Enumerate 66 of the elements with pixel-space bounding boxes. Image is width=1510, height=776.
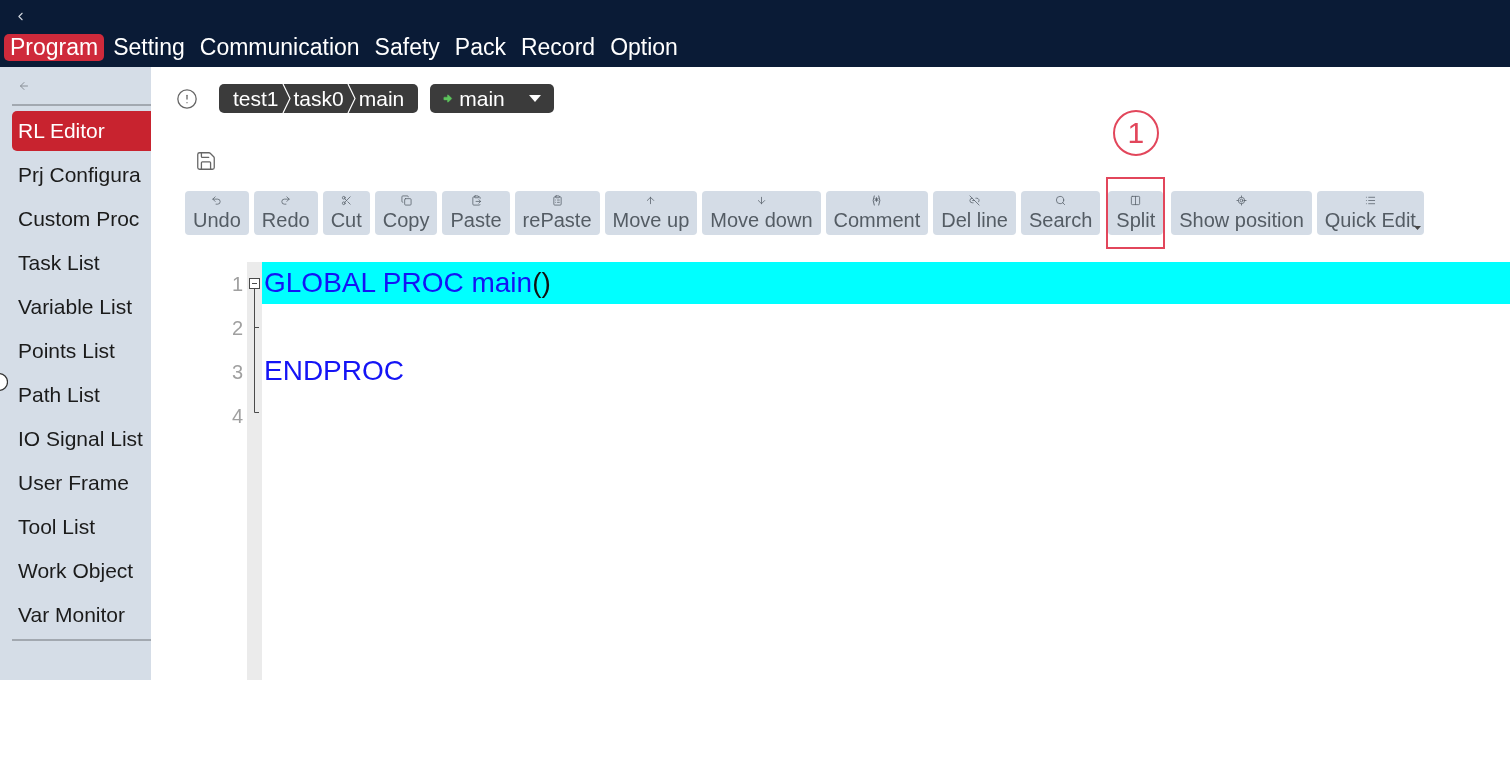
menu-item[interactable]: Setting <box>107 34 191 61</box>
breadcrumb-item[interactable]: task0 <box>290 84 347 113</box>
handle-icon[interactable] <box>0 372 8 392</box>
toolbar-button[interactable]: Move down <box>702 191 821 235</box>
toolbar-button[interactable]: Copy <box>374 191 438 235</box>
arrow-down-icon <box>755 195 767 206</box>
toolbar-button[interactable]: Cut <box>322 191 370 235</box>
sidebar-item[interactable]: Var Monitor <box>12 595 151 635</box>
menu-item[interactable]: Program <box>4 34 105 61</box>
toolbar-button[interactable]: Move up <box>604 191 698 235</box>
menu-item[interactable]: Option <box>604 34 684 61</box>
toolbar-button[interactable]: Redo <box>253 191 318 235</box>
toolbar-button[interactable]: Undo <box>185 191 249 235</box>
save-icon[interactable] <box>195 150 217 172</box>
search-icon <box>1055 195 1067 206</box>
sidebar-item[interactable]: Custom Proc <box>12 199 151 239</box>
sidebar-item[interactable]: Prj Configura <box>12 155 151 195</box>
toolbar-button[interactable]: Comment <box>825 191 929 235</box>
unlink-icon <box>969 195 981 206</box>
menu-item[interactable]: Record <box>514 34 602 61</box>
routine-dropdown[interactable]: main <box>430 84 554 113</box>
toolbar-button[interactable]: Show position <box>1171 191 1312 235</box>
chevron-separator-icon <box>281 84 291 113</box>
toolbar-button[interactable]: Search <box>1020 191 1101 235</box>
copy-icon <box>400 195 412 206</box>
arrow-right-icon <box>442 93 454 104</box>
clipboard-icon <box>470 195 482 206</box>
toolbar-button[interactable]: Quick Edit <box>1316 191 1424 235</box>
toolbar-button[interactable]: Paste <box>442 191 510 235</box>
line-number: 3 <box>230 360 244 385</box>
toolbar-button[interactable]: Split <box>1108 191 1164 235</box>
callout-number: 1 <box>1112 110 1159 156</box>
menu-item[interactable]: Communication <box>193 34 366 61</box>
undo-icon <box>211 195 223 206</box>
breadcrumb-item[interactable]: main <box>355 84 408 113</box>
menu-item[interactable]: Pack <box>448 34 512 61</box>
code-line: ENDPROC <box>263 354 405 388</box>
sidebar-item[interactable]: RL Editor <box>12 111 151 151</box>
clipboard-list-icon <box>551 195 563 206</box>
fold-toggle-icon[interactable] <box>249 278 260 306</box>
line-number: 4 <box>230 404 244 429</box>
crosshair-icon <box>1236 195 1247 206</box>
chevron-separator-icon <box>346 84 356 113</box>
line-number: 2 <box>230 316 244 341</box>
sidebar-item[interactable]: Variable List <box>12 287 151 327</box>
info-icon[interactable] <box>176 87 198 110</box>
sidebar-item[interactable]: Path List <box>12 375 151 415</box>
list-icon <box>1364 195 1376 206</box>
columns-icon <box>1130 195 1142 206</box>
line-number: 1 <box>230 272 244 297</box>
fold-end-icon <box>254 394 259 413</box>
arrow-up-icon <box>645 195 657 206</box>
sidebar-item[interactable]: Work Object <box>12 551 151 591</box>
toolbar-button[interactable]: rePaste <box>514 191 600 235</box>
caret-down-icon <box>528 95 541 102</box>
sidebar-item[interactable]: Points List <box>12 331 151 371</box>
sidebar-item[interactable]: Tool List <box>12 507 151 547</box>
sidebar-item[interactable]: Task List <box>12 243 151 283</box>
sidebar-item[interactable]: IO Signal List <box>12 419 151 459</box>
menu-item[interactable]: Safety <box>368 34 446 61</box>
toolbar-button[interactable]: Del line <box>933 191 1016 235</box>
parentheses-icon <box>871 195 883 206</box>
redo-icon <box>280 195 292 206</box>
breadcrumb-item[interactable]: test1 <box>230 84 282 113</box>
scissors-icon <box>340 195 352 206</box>
sidebar-item[interactable]: User Frame <box>12 463 151 503</box>
